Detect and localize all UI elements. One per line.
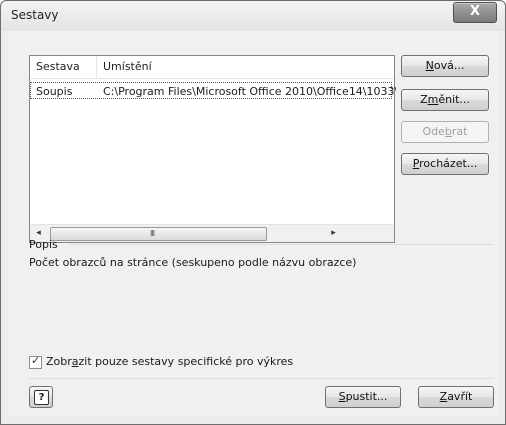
footer-divider xyxy=(29,378,494,379)
run-button-label-rest: pustit... xyxy=(345,390,388,403)
list-item[interactable]: Soupis C:\Program Files\Microsoft Office… xyxy=(30,82,396,99)
report-name: Soupis xyxy=(36,85,73,98)
change-button-label: Z xyxy=(420,93,428,106)
close-window-button[interactable]: X xyxy=(453,2,497,23)
help-icon: ? xyxy=(34,390,49,405)
remove-button-label-rest: rat xyxy=(451,125,468,138)
new-button-label-rest: ová... xyxy=(433,59,465,72)
description-label: Popis xyxy=(29,238,58,251)
description-text: Počet obrazců na stránce (seskupeno podl… xyxy=(29,256,357,269)
column-header-location[interactable]: Umístění xyxy=(97,56,394,78)
scroll-grip-icon: III xyxy=(150,229,155,238)
list-header: Sestava Umístění xyxy=(30,56,394,79)
remove-button-accelerator: b xyxy=(444,125,452,138)
checkbox-label-start: Zobr xyxy=(46,355,72,368)
horizontal-scrollbar[interactable]: ◂ III ▸ xyxy=(30,224,394,242)
close-icon: X xyxy=(469,4,481,19)
title-bar: Sestavy X xyxy=(1,1,505,31)
drawing-specific-checkbox[interactable]: ✓ xyxy=(29,354,42,369)
new-button-accelerator: N xyxy=(425,59,434,72)
dialog-body: Sestava Umístění Soupis C:\Program Files… xyxy=(8,31,498,417)
run-button-accelerator: S xyxy=(338,390,346,403)
browse-button-label-rest: rocházet... xyxy=(419,157,478,170)
help-button[interactable]: ? xyxy=(29,386,53,408)
remove-button[interactable]: Odebrat xyxy=(401,121,489,143)
description-divider xyxy=(70,244,494,245)
close-button-label-rest: avřít xyxy=(447,390,473,403)
remove-button-label: Ode xyxy=(422,125,445,138)
scroll-thumb[interactable]: III xyxy=(50,227,267,241)
close-button[interactable]: Zavřít xyxy=(418,386,494,408)
checkbox-label-rest: zit pouze sestavy specifické pro výkres xyxy=(78,355,294,368)
checkbox-label-accelerator: a xyxy=(71,355,79,368)
change-button[interactable]: Změnit... xyxy=(401,89,489,111)
run-button[interactable]: Spustit... xyxy=(325,386,401,408)
new-button[interactable]: Nová... xyxy=(401,55,489,77)
window-title: Sestavy xyxy=(11,8,59,22)
checkmark-icon: ✓ xyxy=(31,354,41,367)
change-button-label-rest: ěnit... xyxy=(438,93,470,106)
reports-dialog: Sestavy X Sestava Umístění Soupis C:\Pro… xyxy=(0,0,506,425)
scroll-right-icon[interactable]: ▸ xyxy=(325,225,342,242)
drawing-specific-label[interactable]: Zobrazit pouze sestavy specifické pro vý… xyxy=(46,355,293,368)
browse-button[interactable]: Procházet... xyxy=(401,153,489,175)
reports-list[interactable]: Sestava Umístění Soupis C:\Program Files… xyxy=(29,55,396,243)
change-button-accelerator: m xyxy=(427,93,439,106)
report-location: C:\Program Files\Microsoft Office 2010\O… xyxy=(103,85,396,98)
column-header-report[interactable]: Sestava xyxy=(30,56,97,78)
